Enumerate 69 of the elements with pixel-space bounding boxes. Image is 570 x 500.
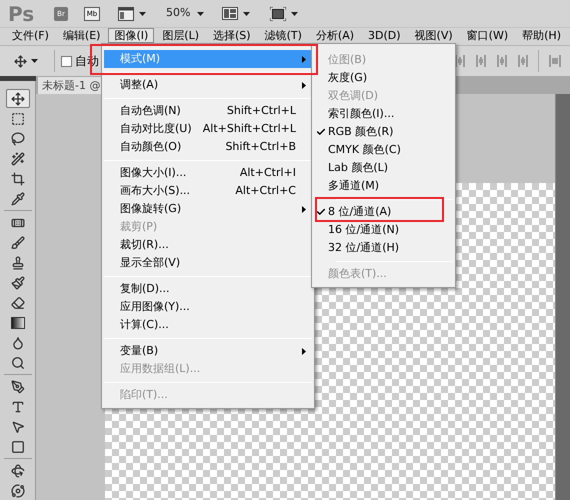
menu-item[interactable]: Lab 颜色(L) [314, 159, 453, 177]
menu-item[interactable]: 自动色调(N) Shift+Ctrl+L [104, 102, 312, 120]
menu-item[interactable]: 图像旋转(G) [104, 200, 312, 218]
pointer-icon [10, 420, 24, 434]
caret-icon [291, 12, 298, 16]
menu-item[interactable]: 调整(A) [104, 76, 312, 94]
menu-bar-item[interactable]: 窗口(W) [460, 28, 514, 43]
crop-icon [10, 172, 24, 186]
menu-item[interactable]: 灰度(G) [314, 69, 453, 87]
menu-bar-item[interactable]: 图像(I) [108, 28, 154, 43]
pen-icon [10, 380, 24, 394]
menu-item[interactable]: 应用图像(Y)... [104, 298, 312, 316]
menu-item[interactable]: 索引颜色(I)... [314, 105, 453, 123]
menu-bar-item[interactable]: 图层(L) [156, 28, 206, 43]
menu-bar-item[interactable]: 帮助(H) [516, 28, 567, 43]
move-tool-icon[interactable] [14, 54, 27, 68]
submenu-arrow-icon [302, 82, 306, 88]
menu-item[interactable]: 复制(D)... [104, 280, 312, 298]
wand-icon [10, 152, 24, 166]
orbit-icon [10, 484, 24, 498]
eyedropper-icon [10, 192, 24, 206]
menu-item[interactable]: 裁切(R)... [104, 236, 312, 254]
menu-bar-item[interactable]: 分析(A) [310, 28, 360, 43]
layout-icon[interactable] [222, 7, 238, 20]
menu-item[interactable]: CMYK 颜色(C) [314, 141, 453, 159]
menu-item[interactable]: 自动颜色(O) Shift+Ctrl+B [104, 138, 312, 156]
square-icon [10, 440, 24, 454]
screen-mode-icon[interactable] [270, 6, 286, 20]
menu-item[interactable]: 显示全部(V) [104, 254, 312, 272]
menu-bar-item[interactable]: 3D(D) [362, 28, 407, 43]
type-icon [10, 400, 24, 414]
caret-icon [31, 59, 38, 63]
stamp-icon [10, 256, 24, 270]
brush-icon [10, 236, 24, 250]
caret-icon [197, 12, 204, 16]
menu-item[interactable]: 计算(C)... [104, 316, 312, 334]
zoom-level[interactable]: 50% [166, 5, 190, 22]
menu-bar-item[interactable]: 文件(F) [6, 28, 55, 43]
film-icon[interactable] [118, 6, 134, 20]
menu-bar-item[interactable]: 滤镜(T) [258, 28, 308, 43]
menu-item[interactable]: 16 位/通道(N) [314, 221, 453, 239]
menu-item[interactable]: 32 位/通道(H) [314, 239, 453, 257]
menu-bar-item[interactable]: 编辑(E) [56, 28, 106, 43]
align-icon[interactable] [454, 55, 466, 67]
menu-item[interactable]: 多通道(M) [314, 177, 453, 195]
tool-button[interactable] [6, 89, 30, 108]
submenu-arrow-icon [302, 348, 306, 354]
droplet-icon [10, 336, 24, 350]
paintbrush-icon [10, 276, 24, 290]
menu-item[interactable]: 图像大小(I)... Alt+Ctrl+I [104, 164, 312, 182]
menu-item[interactable]: 画布大小(S)... Alt+Ctrl+C [104, 182, 312, 200]
menu-bar-item[interactable]: 视图(V) [408, 28, 459, 43]
menu-item[interactable]: 变量(B) [104, 342, 312, 360]
move-tool-icon [10, 92, 24, 106]
menu-bar-item[interactable]: 选择(S) [207, 28, 257, 43]
submenu-arrow-icon [302, 56, 306, 62]
auto-select-checkbox[interactable] [61, 56, 72, 66]
menu-item[interactable]: RGB 颜色(R) [314, 123, 453, 141]
gradient-icon [10, 316, 24, 328]
menu-item[interactable]: 自动对比度(U) Alt+Shift+Ctrl+L [104, 120, 312, 138]
eraser-icon [10, 296, 24, 310]
rotate-icon [10, 464, 24, 478]
caret-icon [243, 12, 250, 16]
search-icon [10, 356, 24, 370]
marquee-icon [10, 112, 24, 126]
caret-icon [139, 12, 146, 16]
app-logo: Ps [8, 0, 36, 28]
lasso-icon [10, 132, 24, 146]
submenu-arrow-icon [302, 206, 306, 212]
